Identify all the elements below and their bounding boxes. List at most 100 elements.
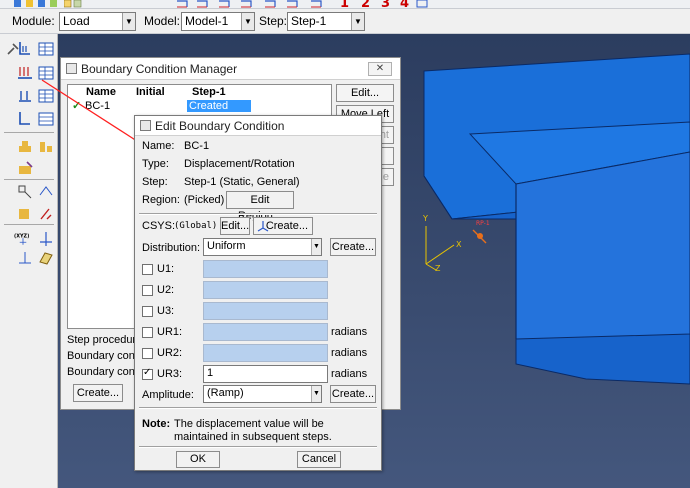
chevron-down-icon: ▼ [351, 13, 364, 30]
views-icon[interactable] [414, 0, 434, 8]
edit-bc-dialog: Edit Boundary Condition Name: BC-1 Type:… [134, 115, 382, 471]
ur2-label: UR2: [157, 347, 183, 359]
divider [139, 213, 377, 215]
u3-field[interactable] [203, 302, 328, 320]
load-manager-icon[interactable] [37, 40, 55, 58]
create-constraint-icon[interactable] [16, 183, 34, 201]
datum-plane-icon[interactable] [37, 249, 55, 267]
u2-label: U2: [157, 284, 175, 296]
name-label: Name: [142, 140, 175, 152]
status-bc-type: Boundary cond [67, 350, 141, 362]
svg-text:(XYZ): (XYZ) [14, 233, 29, 239]
constraint-manager-icon[interactable] [37, 183, 55, 201]
u3-checkbox[interactable] [142, 306, 153, 317]
toolbox-divider [4, 179, 54, 180]
u1-field[interactable] [203, 260, 328, 278]
load-case-manager-icon[interactable] [37, 110, 55, 128]
edit-bc-title: Edit Boundary Condition [155, 119, 285, 133]
u1-label: U1: [157, 263, 175, 275]
field-output-icon[interactable] [16, 160, 34, 178]
axis-z-label: Z [435, 264, 441, 273]
note-line-1: The displacement value will be [174, 418, 324, 430]
edit-button[interactable]: Edit... [336, 84, 394, 102]
chevron-down-icon: ▼ [241, 13, 254, 30]
chevron-down-icon: ▼ [311, 386, 321, 402]
u2-field[interactable] [203, 281, 328, 299]
csys-label: CSYS: [142, 220, 176, 232]
create-predefined-field-icon[interactable] [16, 87, 34, 105]
step-label: Step: [142, 176, 168, 188]
step-value: Step-1 (Static, General) [184, 176, 300, 188]
region-label: Region: [142, 194, 180, 206]
csys-edit-button[interactable]: Edit... [220, 217, 250, 235]
model-select[interactable]: Model-1 ▼ [181, 12, 255, 31]
ur1-unit: radians [331, 326, 368, 338]
u1-checkbox[interactable] [142, 264, 153, 275]
interaction-manager-icon[interactable] [37, 205, 55, 223]
ur1-checkbox[interactable] [142, 327, 153, 338]
create-button[interactable]: Create... [73, 384, 123, 402]
create-load-case-icon[interactable] [16, 110, 34, 128]
ur3-label: UR3: [157, 368, 183, 380]
note-line-2: maintained in subsequent steps. [174, 431, 332, 443]
bc-manager-title: Boundary Condition Manager [81, 62, 238, 76]
step-select[interactable]: Step-1 ▼ [287, 12, 365, 31]
create-interaction-icon[interactable] [16, 205, 34, 223]
ur2-field[interactable] [203, 344, 328, 362]
step-value: Step-1 [291, 14, 327, 28]
bc-name-cell[interactable]: BC-1 [85, 100, 110, 112]
table-row[interactable]: ✓ BC-1 Created [68, 100, 331, 113]
amplitude-select[interactable]: (Ramp) ▼ [203, 385, 322, 403]
model-label: Model: [144, 14, 181, 28]
distribution-label: Distribution: [142, 242, 201, 254]
column-header-name[interactable]: Name [86, 86, 116, 98]
ur2-checkbox[interactable] [142, 348, 153, 359]
create-load-icon[interactable] [16, 40, 34, 58]
ur3-unit: radians [331, 368, 368, 380]
status-bc-status: Boundary cond [67, 366, 141, 378]
ok-button[interactable]: OK [176, 451, 220, 468]
edit-bc-titlebar[interactable]: Edit Boundary Condition [135, 116, 381, 136]
ur3-checkbox[interactable] [142, 367, 153, 380]
ur1-field[interactable] [203, 323, 328, 341]
csys-create-button[interactable]: Create... [253, 217, 313, 235]
chevron-down-icon: ▼ [311, 239, 321, 255]
name-value: BC-1 [184, 140, 210, 152]
toolbox-divider [4, 132, 54, 133]
window-icon [140, 120, 151, 131]
distribution-select[interactable]: Uniform ▼ [203, 238, 322, 256]
distribution-create-button[interactable]: Create... [330, 238, 376, 256]
module-toolbox: (XYZ) [0, 34, 58, 488]
distribution-value: Uniform [207, 240, 246, 252]
csys-axes-icon [257, 221, 269, 232]
context-bar: Module: Load ▼ Model: Model-1 ▼ Step: St… [0, 9, 690, 34]
u2-checkbox[interactable] [142, 285, 153, 296]
datum-point-icon[interactable] [16, 249, 34, 267]
amplitude-label: Amplitude: [142, 389, 194, 401]
bc-step1-cell[interactable]: Created [187, 100, 251, 112]
edit-region-button[interactable]: Edit Region... [226, 191, 294, 222]
close-icon[interactable]: ✕ [368, 62, 392, 76]
ur3-field[interactable]: 1 [203, 365, 328, 383]
cancel-button[interactable]: Cancel [297, 451, 341, 468]
create-bc-icon[interactable] [16, 64, 34, 82]
datum-axis-icon[interactable] [37, 230, 55, 248]
view-icons[interactable] [64, 0, 168, 8]
step-manager-icon[interactable] [37, 138, 55, 156]
field-manager-icon[interactable] [37, 87, 55, 105]
bc-manager-titlebar[interactable]: Boundary Condition Manager ✕ [61, 58, 400, 80]
create-step-icon[interactable] [16, 138, 34, 156]
csys-value: (Global) [174, 221, 218, 231]
amplitude-value: (Ramp) [207, 387, 244, 399]
divider [139, 407, 377, 409]
module-label: Module: [12, 14, 55, 28]
axis-x-label: X [456, 240, 462, 249]
bc-manager-icon[interactable] [37, 64, 55, 82]
orientation-icons[interactable] [175, 0, 335, 8]
column-header-step1[interactable]: Step-1 [192, 86, 226, 98]
datum-csys-icon[interactable]: (XYZ) [14, 230, 32, 248]
module-select[interactable]: Load ▼ [59, 12, 136, 31]
toolbar-icons-left[interactable] [12, 0, 60, 8]
column-header-initial[interactable]: Initial [136, 86, 165, 98]
amplitude-create-button[interactable]: Create... [330, 385, 376, 403]
